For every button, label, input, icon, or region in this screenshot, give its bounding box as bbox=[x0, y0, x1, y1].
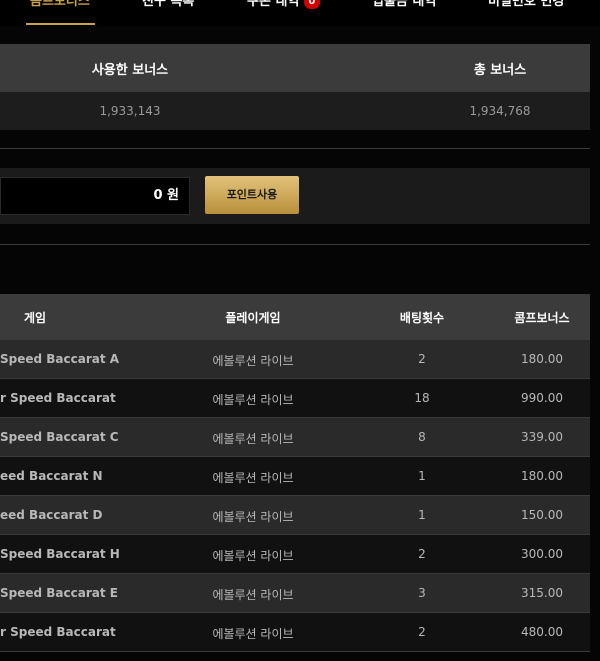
comp-bonus-cell: 180.00 bbox=[521, 469, 563, 483]
table-row: eed Baccarat N 에볼루션 라이브 1 180.00 bbox=[0, 457, 590, 496]
bet-count-cell: 1 bbox=[418, 469, 426, 483]
comp-bonus-cell: 339.00 bbox=[521, 430, 563, 444]
play-game-cell: 에볼루션 라이브 bbox=[212, 588, 294, 602]
game-name-cell: eed Baccarat N bbox=[0, 469, 103, 483]
play-game-cell: 에볼루션 라이브 bbox=[212, 393, 294, 407]
use-point-button[interactable]: 포인트사용 bbox=[205, 176, 299, 214]
tab-coupon-label: 쿠폰 내역 bbox=[247, 0, 300, 9]
comp-table-body: Speed Baccarat A 에볼루션 라이브 2 180.00 r Speed B… bbox=[0, 340, 590, 652]
game-name-cell: Speed Baccarat C bbox=[0, 430, 119, 444]
comp-bonus-cell: 480.00 bbox=[521, 625, 563, 639]
bet-count-cell: 2 bbox=[418, 352, 426, 366]
bet-count-cell: 8 bbox=[418, 430, 426, 444]
play-game-cell: 에볼루션 라이브 bbox=[212, 549, 294, 563]
bet-count-cell: 3 bbox=[418, 586, 426, 600]
game-name-cell: eed Baccarat D bbox=[0, 508, 103, 522]
comp-bonus-cell: 300.00 bbox=[521, 547, 563, 561]
comp-bonus-cell: 315.00 bbox=[521, 586, 563, 600]
game-name-cell: r Speed Baccarat bbox=[0, 391, 116, 405]
game-name-cell: r Speed Baccarat bbox=[0, 625, 116, 639]
comp-bonus-cell: 180.00 bbox=[521, 352, 563, 366]
tab-deposit-withdraw[interactable]: 입출금 내역 bbox=[372, 0, 436, 22]
comp-bonus-cell: 150.00 bbox=[521, 508, 563, 522]
table-row: Speed Baccarat E 에볼루션 라이브 3 315.00 bbox=[0, 574, 590, 613]
active-tab-indicator bbox=[26, 23, 95, 25]
tab-comp-bonus[interactable]: 콤프보너스 bbox=[30, 0, 90, 22]
table-row: Speed Baccarat C 에볼루션 라이브 8 339.00 bbox=[0, 418, 590, 457]
col-play-game-header: 플레이게임 bbox=[225, 311, 281, 325]
table-row: r Speed Baccarat 에볼루션 라이브 18 990.00 bbox=[0, 379, 590, 418]
total-bonus-header: 총 보너스 bbox=[473, 63, 527, 78]
bet-count-cell: 1 bbox=[418, 508, 426, 522]
table-row: Speed Baccarat H 에볼루션 라이브 2 300.00 bbox=[0, 535, 590, 574]
comp-bonus-cell: 990.00 bbox=[521, 391, 563, 405]
table-row: Speed Baccarat A 에볼루션 라이브 2 180.00 bbox=[0, 340, 590, 379]
table-row: r Speed Baccarat 에볼루션 라이브 2 480.00 bbox=[0, 613, 590, 652]
play-game-cell: 에볼루션 라이브 bbox=[212, 627, 294, 641]
point-amount-input[interactable]: 0 원 bbox=[0, 177, 190, 215]
tab-friend-list[interactable]: 친구 목록 bbox=[142, 0, 194, 22]
col-comp-bonus-header: 콤프보너스 bbox=[514, 311, 570, 325]
game-name-cell: Speed Baccarat H bbox=[0, 547, 120, 561]
total-bonus-value: 1,934,768 bbox=[469, 104, 531, 118]
play-game-cell: 에볼루션 라이브 bbox=[212, 432, 294, 446]
bet-count-cell: 2 bbox=[418, 625, 426, 639]
col-bet-count-header: 배팅횟수 bbox=[399, 311, 445, 325]
coupon-count-badge: 0 bbox=[303, 0, 320, 9]
tab-change-password[interactable]: 비밀번호 변경 bbox=[488, 0, 564, 22]
game-name-cell: Speed Baccarat A bbox=[0, 352, 120, 366]
play-game-cell: 에볼루션 라이브 bbox=[212, 510, 294, 524]
game-name-cell: Speed Baccarat E bbox=[0, 586, 118, 600]
comp-table-header: 게임 플레이게임 배팅횟수 콤프보너스 bbox=[0, 294, 590, 340]
point-use-panel: 0 원 포인트사용 bbox=[0, 168, 590, 224]
bonus-summary-values: 1,933,143 1,934,768 bbox=[0, 92, 590, 130]
play-game-cell: 에볼루션 라이브 bbox=[212, 354, 294, 368]
table-row: eed Baccarat D 에볼루션 라이브 1 150.00 bbox=[0, 496, 590, 535]
divider bbox=[0, 244, 590, 245]
col-game-header: 게임 bbox=[23, 311, 47, 325]
divider bbox=[0, 148, 590, 149]
play-game-cell: 에볼루션 라이브 bbox=[212, 471, 294, 485]
used-bonus-value: 1,933,143 bbox=[99, 104, 161, 118]
bonus-summary-header: 사용한 보너스 총 보너스 bbox=[0, 44, 590, 92]
bet-count-cell: 18 bbox=[414, 391, 430, 405]
bet-count-cell: 2 bbox=[418, 547, 426, 561]
tab-coupon-history[interactable]: 쿠폰 내역 0 bbox=[247, 0, 320, 22]
top-tab-bar: 콤프보너스 친구 목록 쿠폰 내역 0 입출금 내역 비밀번호 변경 bbox=[0, 0, 600, 26]
used-bonus-header: 사용한 보너스 bbox=[91, 63, 169, 78]
